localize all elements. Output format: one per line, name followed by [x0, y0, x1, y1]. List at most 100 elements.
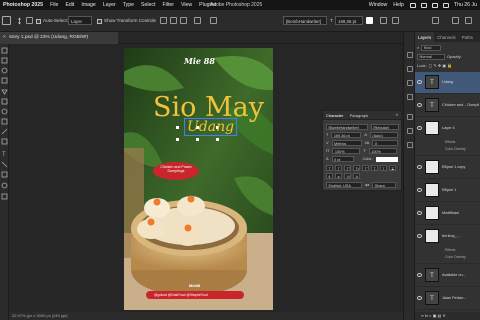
- app-menu[interactable]: Photoshop 2025: [0, 2, 43, 8]
- layer-row-territory[interactable]: territory_... Effects Color Overlay: [415, 226, 480, 264]
- layer-row-ellipse1-copy[interactable]: Ellipse 1 copy: [415, 157, 480, 179]
- menubar-clock[interactable]: Thu 26 Ju: [454, 2, 477, 8]
- char-font-style[interactable]: [Regular]: [371, 124, 399, 130]
- fraction-button[interactable]: ½: [344, 173, 351, 179]
- battery-icon[interactable]: [420, 2, 427, 8]
- layer-name[interactable]: Udang: [442, 80, 479, 84]
- transform-controls-checkbox[interactable]: [97, 19, 102, 24]
- adjustments-panel-icon[interactable]: [407, 80, 413, 86]
- home-icon[interactable]: [2, 16, 11, 25]
- align-left-icon[interactable]: [160, 17, 167, 24]
- subscript-button[interactable]: T,: [371, 165, 378, 171]
- visibility-eye-icon[interactable]: [417, 234, 422, 238]
- warp-text-icon[interactable]: [380, 17, 387, 24]
- blend-mode-dropdown[interactable]: Normal: [417, 53, 445, 60]
- search-icon[interactable]: [431, 2, 438, 8]
- more-options-icon[interactable]: [210, 17, 217, 24]
- tab-paths[interactable]: Paths: [459, 32, 476, 42]
- visibility-eye-icon[interactable]: [417, 211, 422, 215]
- auto-select-target-dropdown[interactable]: Layer: [68, 16, 92, 25]
- visibility-eye-icon[interactable]: [417, 103, 422, 107]
- char-leading[interactable]: (Auto): [369, 132, 398, 138]
- layer-footer-icons[interactable]: ∞ fx ◐ ▣ ▤ ✕: [421, 313, 446, 318]
- visibility-eye-icon[interactable]: [417, 188, 422, 192]
- faux-bold-button[interactable]: T: [326, 165, 333, 171]
- menu-select[interactable]: Select: [141, 2, 155, 8]
- lock-icons[interactable]: ▢ ✎ ✥ ▣ 🔒: [429, 63, 453, 68]
- layer-row-jalan[interactable]: T Jalan Pertan...: [415, 288, 480, 310]
- toggle-panels-icon[interactable]: [392, 17, 399, 24]
- move-tool-icon[interactable]: [16, 17, 23, 25]
- ordinal-button[interactable]: a: [335, 173, 342, 179]
- layer-kind-filter[interactable]: Kind: [421, 44, 442, 51]
- move-options-icon[interactable]: [26, 17, 33, 24]
- char-baseline[interactable]: 0 pt: [331, 156, 354, 162]
- layer-name[interactable]: Available on...: [442, 273, 479, 277]
- tab-layers[interactable]: Layers: [415, 32, 435, 42]
- tab-paragraph[interactable]: Paragraph: [350, 113, 369, 118]
- layer-row-modifikasi[interactable]: Modifikasi: [415, 203, 480, 225]
- align-center-icon[interactable]: [170, 17, 177, 24]
- close-tab-icon[interactable]: ×: [3, 35, 6, 40]
- layer-name[interactable]: Ellipse 1 copy: [442, 165, 479, 169]
- text-color-swatch[interactable]: [366, 17, 373, 24]
- paragraph-panel-icon[interactable]: [407, 128, 413, 134]
- layer-name[interactable]: territory_...: [442, 234, 479, 238]
- layer-row-chicken[interactable]: T Chicken and... Dumplings: [415, 95, 480, 117]
- layer-row-available[interactable]: T Available on...: [415, 265, 480, 287]
- small-caps-button[interactable]: Tr: [353, 165, 360, 171]
- char-vertical-scale[interactable]: 100%: [332, 148, 361, 154]
- distribute-icon[interactable]: [194, 17, 201, 24]
- wifi-icon[interactable]: [409, 2, 416, 8]
- layer-name[interactable]: Layer 4: [442, 126, 479, 130]
- menu-image[interactable]: Image: [81, 2, 95, 8]
- visibility-eye-icon[interactable]: [417, 296, 422, 300]
- menu-type[interactable]: Type: [123, 2, 134, 8]
- menu-view[interactable]: View: [181, 2, 192, 8]
- share-icon[interactable]: [432, 17, 439, 24]
- underline-button[interactable]: T: [380, 165, 387, 171]
- superscript-button[interactable]: T': [362, 165, 369, 171]
- char-tracking[interactable]: 0: [372, 140, 399, 146]
- char-horizontal-scale[interactable]: 100%: [368, 148, 397, 154]
- all-caps-button[interactable]: TT: [344, 165, 351, 171]
- visibility-eye-icon[interactable]: [417, 126, 422, 130]
- layer-name[interactable]: Chicken and... Dumplings: [442, 103, 479, 107]
- menu-help[interactable]: Help: [393, 2, 404, 8]
- swash-button[interactable]: A: [353, 173, 360, 179]
- fi-ligature-button[interactable]: fi: [326, 173, 333, 179]
- character-panel-icon[interactable]: [407, 114, 413, 120]
- script-word-udang[interactable]: Udang: [183, 118, 238, 136]
- libraries-panel-icon[interactable]: [407, 94, 413, 100]
- glyphs-panel-icon[interactable]: [407, 142, 413, 148]
- menu-layer[interactable]: Layer: [103, 2, 116, 8]
- menu-file[interactable]: File: [50, 2, 58, 8]
- layer-row-udang[interactable]: T Udang: [415, 72, 480, 94]
- visibility-eye-icon[interactable]: [417, 165, 422, 169]
- font-size-field[interactable]: 169,36 pt: [335, 16, 363, 25]
- tool-icons[interactable]: T: [0, 44, 9, 320]
- char-kerning[interactable]: Metrics: [331, 140, 362, 146]
- align-right-icon[interactable]: [180, 17, 187, 24]
- tab-channels[interactable]: Channels: [434, 32, 459, 42]
- history-panel-icon[interactable]: [407, 52, 413, 58]
- char-font-size[interactable]: 169,36 pt: [331, 132, 362, 138]
- visibility-eye-icon[interactable]: [417, 80, 422, 84]
- char-antialias[interactable]: Sharp: [372, 182, 397, 188]
- visibility-eye-icon[interactable]: [417, 273, 422, 277]
- menu-edit[interactable]: Edit: [65, 2, 74, 8]
- font-family-dropdown[interactable]: [BombHandwriter]: [283, 16, 327, 25]
- character-panel[interactable]: Character Paragraph ≡ [BombHandwriter] […: [322, 110, 402, 191]
- layer-name[interactable]: Ellipse 1: [442, 188, 479, 192]
- layer-name[interactable]: Jalan Pertan...: [442, 296, 479, 300]
- faux-italic-button[interactable]: T: [335, 165, 342, 171]
- layer-row-ellipse1[interactable]: Ellipse 1: [415, 180, 480, 202]
- document-tab[interactable]: × story 1.psd @ 23% (Udang, RGB/8#): [0, 32, 118, 44]
- layer-row-layer4[interactable]: Layer 4 Effects Color Overlay: [415, 118, 480, 156]
- char-color-swatch[interactable]: [375, 156, 398, 162]
- artboard[interactable]: Mie 88 Sio May Udang Chicken and Prawn D…: [124, 48, 273, 310]
- auto-select-checkbox[interactable]: [36, 19, 41, 24]
- layer-name[interactable]: Modifikasi: [442, 211, 479, 215]
- menu-window[interactable]: Window: [369, 2, 387, 8]
- tab-character[interactable]: Character: [326, 113, 344, 118]
